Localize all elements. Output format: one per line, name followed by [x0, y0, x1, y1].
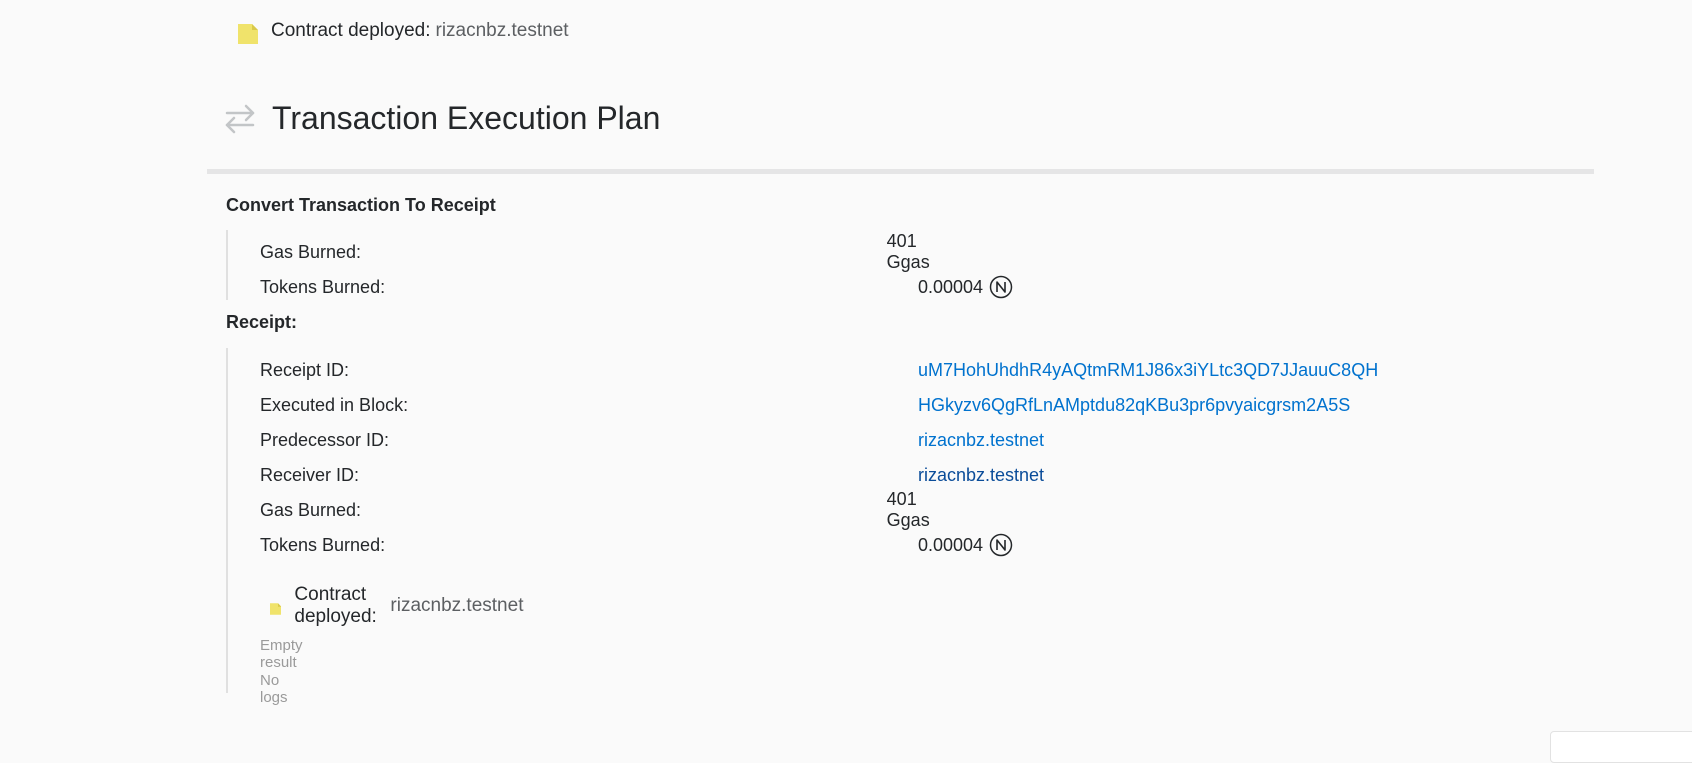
receipt-gas-value: 401 Ggas — [886, 489, 930, 530]
corner-widget[interactable] — [1550, 731, 1692, 763]
receipt-tokens-value: 0.00004 — [918, 534, 984, 555]
receipt-title: Receipt: — [226, 312, 298, 332]
action-label: Contract deployed: — [271, 20, 431, 41]
receipt-tokens-label: Tokens Burned: — [260, 534, 386, 555]
result-text: Empty result — [260, 637, 303, 671]
convert-gas-row: Gas Burned: 401 Ggas — [260, 231, 961, 272]
convert-tokens-value-wrap: 0.00004 — [918, 275, 1013, 299]
section-divider — [207, 169, 1594, 174]
predecessor-label: Predecessor ID: — [260, 429, 390, 450]
receiver-row: Receiver ID: rizacnbz.testnet — [260, 463, 1044, 487]
receipt-details: Receipt ID: uM7HohUhdhR4yAQtmRM1J86x3iYL… — [226, 348, 1378, 706]
swap-arrows-icon — [225, 104, 255, 133]
action-account: rizacnbz.testnet — [435, 20, 569, 41]
near-token-icon — [989, 533, 1013, 557]
convert-tokens-row: Tokens Burned: 0.00004 — [260, 275, 1013, 299]
convert-details: Gas Burned: 401 Ggas Tokens Burned: 0.00… — [226, 230, 1013, 300]
block-row: Executed in Block: HGkyzv6QgRfLnAMptdu82… — [260, 393, 1350, 417]
receipt-tokens-value-wrap: 0.00004 — [918, 533, 1013, 557]
convert-title: Convert Transaction To Receipt — [226, 195, 496, 215]
receipt-gas-label: Gas Burned: — [260, 499, 362, 520]
contract-document-icon — [238, 24, 258, 44]
block-hash-link[interactable]: HGkyzv6QgRfLnAMptdu82qKBu3pr6pvyaicgrsm2… — [918, 395, 1350, 416]
convert-tokens-value: 0.00004 — [918, 276, 984, 297]
receiver-link[interactable]: rizacnbz.testnet — [918, 465, 1044, 486]
logs-text: No logs — [260, 672, 288, 706]
section-header: Transaction Execution Plan — [223, 100, 660, 137]
section-title: Transaction Execution Plan — [272, 100, 661, 136]
action-label: Contract deployed: — [294, 584, 377, 627]
receipt-id-link[interactable]: uM7HohUhdhR4yAQtmRM1J86x3iYLtc3QD7JJauuC… — [918, 360, 1378, 381]
convert-gas-value: 401 Ggas — [886, 231, 930, 272]
convert-tokens-label: Tokens Burned: — [260, 276, 386, 297]
block-label: Executed in Block: — [260, 394, 409, 415]
receipt-id-label: Receipt ID: — [260, 359, 350, 380]
near-token-icon — [989, 275, 1013, 299]
receipt-contract-deployed-action: Contract deployed: rizacnbz.testnet — [270, 584, 523, 628]
predecessor-row: Predecessor ID: rizacnbz.testnet — [260, 428, 1044, 452]
predecessor-link[interactable]: rizacnbz.testnet — [918, 430, 1044, 451]
receipt-tokens-row: Tokens Burned: 0.00004 — [260, 533, 1013, 557]
receipt-id-row: Receipt ID: uM7HohUhdhR4yAQtmRM1J86x3iYL… — [260, 358, 1378, 382]
convert-gas-label: Gas Burned: — [260, 241, 362, 262]
contract-document-icon — [270, 603, 282, 615]
contract-deployed-action: Contract deployed: rizacnbz.testnet — [238, 20, 569, 44]
action-account: rizacnbz.testnet — [390, 595, 524, 616]
receipt-gas-row: Gas Burned: 401 Ggas — [260, 489, 961, 530]
receiver-label: Receiver ID: — [260, 464, 360, 485]
